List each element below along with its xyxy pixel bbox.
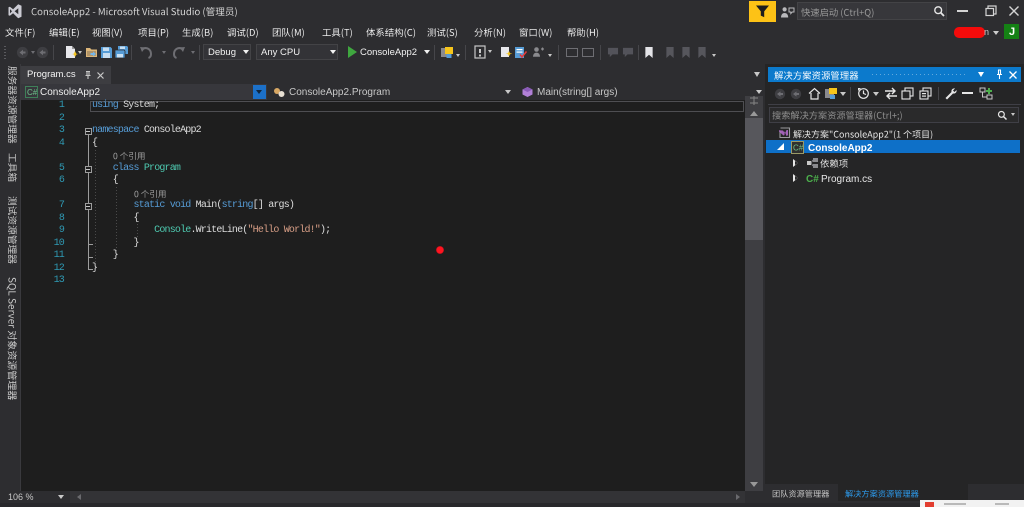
svg-text:C#: C# <box>793 144 804 153</box>
svg-text:C#: C# <box>27 88 38 97</box>
svg-text:C#: C# <box>806 174 819 185</box>
